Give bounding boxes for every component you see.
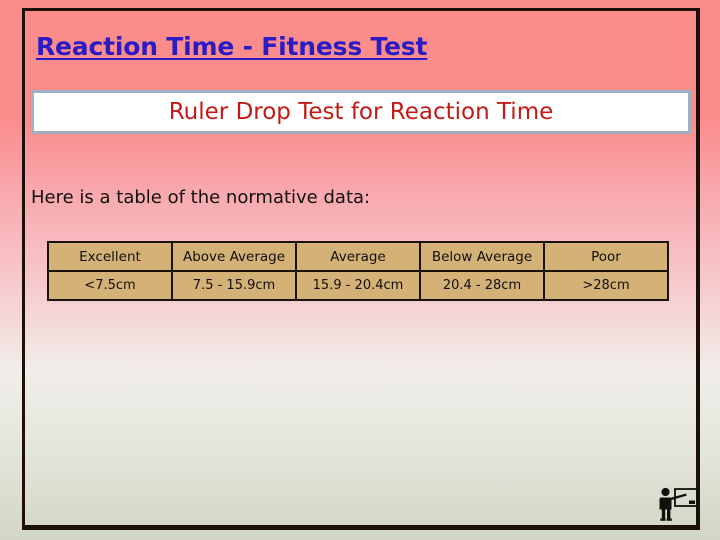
table-header-cell: Excellent xyxy=(47,241,173,272)
table-value-cell: >28cm xyxy=(543,270,669,301)
table-header-cell: Poor xyxy=(543,241,669,272)
table-value-cell: 15.9 - 20.4cm xyxy=(295,270,421,301)
table-value-cell: 7.5 - 15.9cm xyxy=(171,270,297,301)
table-value-cell: <7.5cm xyxy=(47,270,173,301)
table-header-cell: Below Average xyxy=(419,241,545,272)
presenter-whiteboard-icon xyxy=(659,487,699,521)
subtitle-banner: Ruler Drop Test for Reaction Time xyxy=(31,90,691,134)
subtitle-text: Ruler Drop Test for Reaction Time xyxy=(168,99,554,125)
body-paragraph: Here is a table of the normative data: xyxy=(31,187,371,208)
table-header-cell: Average xyxy=(295,241,421,272)
page-title: Reaction Time - Fitness Test xyxy=(36,32,428,61)
normative-data-table: Excellent Above Average Average Below Av… xyxy=(47,241,669,301)
table-header-row: Excellent Above Average Average Below Av… xyxy=(47,241,669,272)
table-row: <7.5cm 7.5 - 15.9cm 15.9 - 20.4cm 20.4 -… xyxy=(47,270,669,301)
table-value-cell: 20.4 - 28cm xyxy=(419,270,545,301)
slide-canvas: Reaction Time - Fitness Test Ruler Drop … xyxy=(0,0,720,540)
table-header-cell: Above Average xyxy=(171,241,297,272)
